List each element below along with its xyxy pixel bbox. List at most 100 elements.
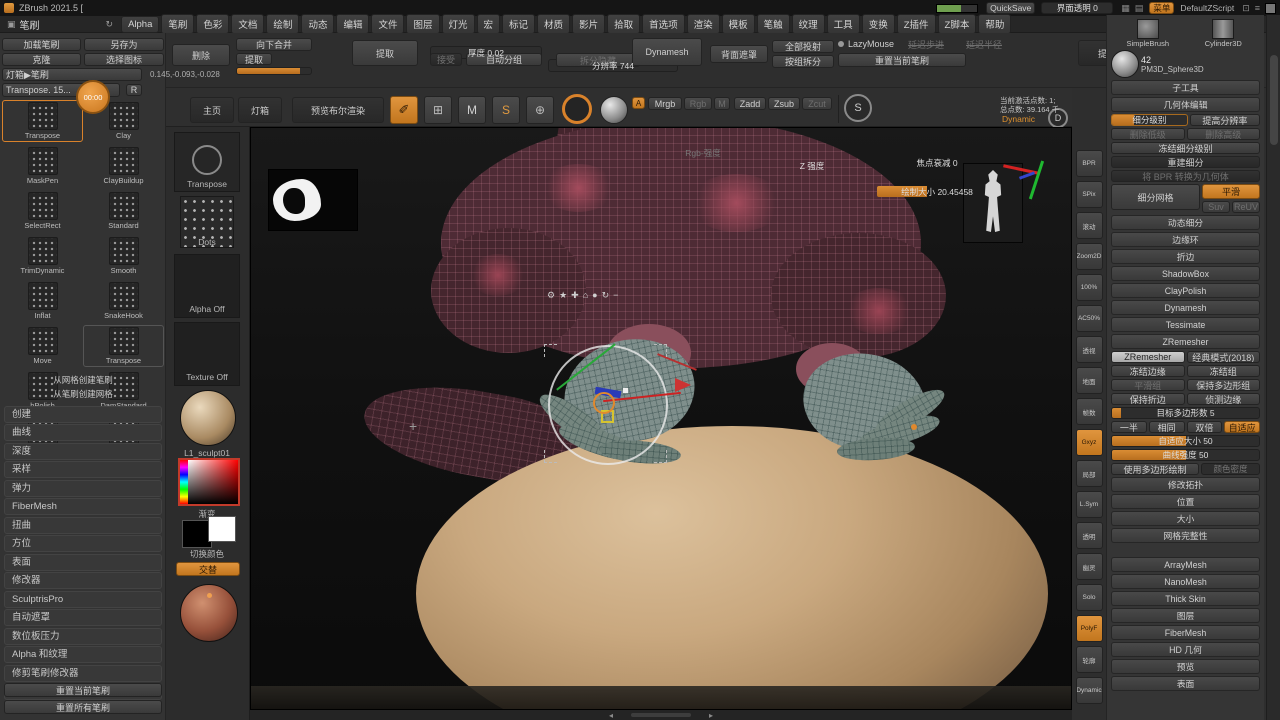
subsection-header[interactable]: Tessimate (1111, 317, 1260, 332)
accept-button[interactable]: 接受 (430, 53, 462, 66)
palette-section-header[interactable]: 表面 (1111, 676, 1260, 691)
menu-item[interactable]: 笔触 (756, 14, 790, 34)
brush-section-item[interactable]: SculptrisPro (4, 590, 162, 608)
subsection-header[interactable]: 折边 (1111, 249, 1260, 264)
subsection-header[interactable]: 边缘环 (1111, 232, 1260, 247)
menu-item[interactable]: Alpha (121, 15, 160, 33)
brush-section-item[interactable]: FiberMesh (4, 498, 162, 515)
brush-section-item[interactable]: 曲线 (4, 424, 162, 441)
dynamic-toggle[interactable]: Dynamic (1002, 114, 1046, 124)
backface-mask-button[interactable]: 背面遮罩 (710, 45, 768, 63)
brush-item[interactable]: TrimDynamic (2, 235, 83, 277)
sv-square[interactable] (188, 460, 238, 504)
refresh-icon[interactable]: ↻ (106, 19, 114, 30)
palette-tab-label[interactable]: 笔刷 (20, 17, 40, 32)
subsection-header[interactable]: 动态细分 (1111, 215, 1260, 230)
right-shelf-button[interactable]: 透明 (1075, 522, 1103, 549)
sdiv-slider[interactable]: 细分级别 (1111, 114, 1188, 126)
color-picker[interactable] (178, 458, 240, 506)
r-button[interactable]: R (126, 84, 142, 96)
right-scroll-strip[interactable] (1266, 15, 1280, 720)
classic-mode-button[interactable]: 经典模式(2018) (1186, 351, 1260, 363)
brush-section-item[interactable]: 修剪笔刷修改器 (4, 664, 162, 682)
right-shelf-button[interactable]: 地面 (1075, 367, 1103, 394)
switch-color-label[interactable]: 切换颜色 (174, 548, 240, 560)
right-shelf-button[interactable]: AC50% (1075, 305, 1103, 332)
swatch-icon[interactable] (1265, 2, 1276, 14)
gizmo-red-cone[interactable] (675, 378, 691, 392)
smooth-groups-button[interactable]: 平滑组 (1111, 379, 1185, 391)
palette-section-header[interactable]: ArrayMesh (1111, 557, 1260, 572)
subsection-header[interactable]: ClayPolish (1111, 283, 1260, 298)
brush-section-item[interactable]: Alpha 和纹理 (4, 646, 162, 663)
adaptive-size-slider[interactable]: 自适应大小 50 (1111, 435, 1260, 447)
half-button[interactable]: 一半 (1111, 421, 1147, 433)
gizmo-toolbar-icon[interactable]: ↻ (602, 290, 610, 301)
brush-item[interactable]: MaskPen (2, 145, 83, 187)
keep-crease-button[interactable]: 保持折边 (1111, 393, 1185, 405)
brush-item[interactable]: Smooth (83, 235, 164, 277)
right-shelf-button[interactable]: 滚动 (1075, 212, 1103, 239)
menu-item[interactable]: 编辑 (336, 14, 370, 34)
list-icon[interactable]: ≡ (1255, 3, 1260, 13)
stroke-dots-thumb[interactable]: Dots (180, 196, 234, 248)
draw-mode-icon[interactable]: ⊞ (424, 96, 452, 124)
right-shelf-button[interactable]: BPR (1075, 150, 1103, 177)
brush-item[interactable]: Move (2, 325, 83, 367)
alpha-off-thumb[interactable]: Alpha Off (174, 254, 240, 318)
brush-section-item[interactable]: 创建 (4, 405, 162, 423)
rgb-button[interactable]: Rgb (684, 97, 712, 110)
load-brush-button[interactable]: 加载笔刷 (2, 38, 81, 51)
right-shelf-button[interactable]: SPix (1075, 181, 1103, 208)
lazy-radius-button[interactable]: 延迟半径 (958, 38, 1010, 51)
brush-section-item[interactable]: 自动遮罩 (4, 609, 162, 626)
right-shelf-button[interactable]: 透视 (1075, 336, 1103, 363)
menu-item[interactable]: 图层 (406, 14, 440, 34)
group-split-button[interactable]: 按组拆分 (772, 55, 834, 68)
subsection-header[interactable]: Dynamesh (1111, 300, 1260, 315)
brush-item[interactable]: Transpose (2, 100, 83, 142)
right-shelf-button[interactable]: Gxyz (1075, 429, 1103, 456)
material-icon[interactable] (600, 96, 628, 124)
curve-strength-slider[interactable]: 曲线强度 50 (1111, 449, 1260, 461)
menu-item[interactable]: 变换 (861, 14, 895, 34)
right-shelf-button[interactable]: 幽灵 (1075, 553, 1103, 580)
subsection-header[interactable]: ZRemesher (1111, 334, 1260, 349)
recent-tool[interactable]: SimpleBrush (1111, 19, 1185, 48)
menu-item[interactable]: 文件 (371, 14, 405, 34)
menu-item[interactable]: 文档 (231, 14, 265, 34)
current-tool[interactable]: 42 PM3D_Sphere3D (1111, 50, 1260, 78)
reset-all-brushes-button[interactable]: 重置所有笔刷 (4, 700, 162, 714)
m-button[interactable]: M (714, 97, 730, 110)
gizmo-toolbar-icon[interactable]: ⚙ (547, 290, 555, 301)
menu-item[interactable]: Z插件 (896, 14, 936, 34)
brush-section-item[interactable]: 修改器 (4, 572, 162, 589)
adaptive-button[interactable]: 自适应 (1224, 421, 1260, 433)
freeze-border-button[interactable]: 冻结边缘 (1111, 365, 1185, 377)
keep-groups-button[interactable]: 保持多边形组 (1186, 379, 1260, 391)
menu-item[interactable]: 色彩 (196, 14, 230, 34)
zsub-button[interactable]: Zsub (768, 97, 800, 110)
freeze-sdiv-button[interactable]: 冻结细分级别 (1111, 142, 1260, 154)
primary-color-swatch[interactable] (208, 516, 236, 542)
gizmo-toolbar-icon[interactable]: ✚ (571, 290, 579, 301)
subsection-header[interactable]: ShadowBox (1111, 266, 1260, 281)
higher-res-button[interactable]: 提高分辨率 (1189, 114, 1260, 126)
reset-current-brush-button[interactable]: 重置当前笔刷 (838, 53, 966, 67)
brush-section-item[interactable]: 扭曲 (4, 516, 162, 534)
gizmo-center-ring[interactable] (593, 392, 615, 414)
project-all-button[interactable]: 全部投射 (772, 40, 834, 53)
lightbox-button[interactable]: 灯箱 (238, 97, 282, 123)
suv-button[interactable]: Suv (1202, 201, 1231, 213)
menu-item[interactable]: 影片 (572, 14, 606, 34)
palette-section-header[interactable]: HD 几何 (1111, 642, 1260, 657)
palette-section-header[interactable]: FiberMesh (1111, 625, 1260, 640)
scroll-left-arrow[interactable]: ◂ (609, 711, 613, 720)
color-density-slider[interactable]: 颜色密度 (1200, 463, 1260, 475)
dynamesh-button[interactable]: Dynamesh (632, 38, 702, 66)
divide-button[interactable]: 细分网格 (1111, 184, 1201, 210)
gizmo-white-handle[interactable] (623, 388, 628, 393)
a-badge[interactable]: A (632, 97, 645, 109)
menu-item[interactable]: 模板 (721, 14, 755, 34)
create-from-brush-button[interactable]: 从笔刷创建网格 (2, 388, 164, 400)
